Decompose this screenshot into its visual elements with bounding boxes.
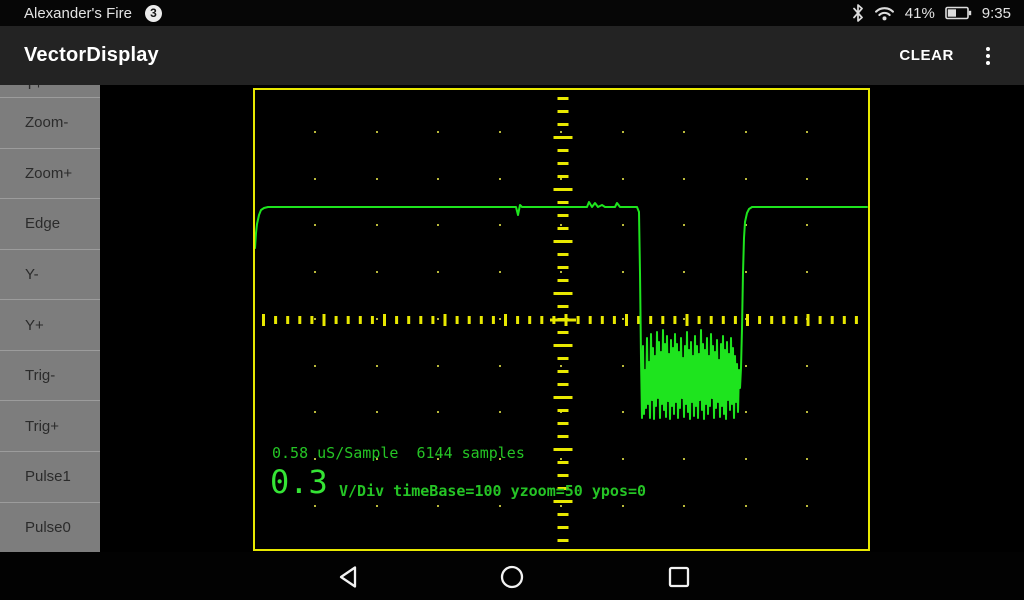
sidebar-item-label: Pulse1 bbox=[25, 468, 71, 485]
home-icon[interactable] bbox=[499, 564, 525, 590]
sidebar-item-label: Zoom+ bbox=[25, 165, 72, 182]
sidebar-item-label: Edge bbox=[25, 215, 60, 232]
sidebar-item-zoomminus[interactable]: Zoom- bbox=[0, 97, 100, 148]
sidebar-item-partial-t-plus[interactable]: T+ bbox=[0, 85, 100, 97]
clear-button[interactable]: CLEAR bbox=[889, 39, 964, 72]
sidebar-item-label: Trig- bbox=[25, 367, 55, 384]
notification-count-badge: 3 bbox=[145, 5, 162, 22]
sample-rate-readout: 0.58 uS/Sample 6144 samples bbox=[272, 446, 525, 461]
battery-percent: 41% bbox=[905, 5, 935, 22]
trigger-center-marker bbox=[550, 319, 576, 322]
device-name: Alexander's Fire bbox=[24, 5, 132, 22]
sidebar-item-pulse0[interactable]: Pulse0 bbox=[0, 502, 100, 553]
sidebar-item-pulse1[interactable]: Pulse1 bbox=[0, 451, 100, 502]
bluetooth-icon bbox=[852, 4, 864, 22]
scope-settings-readout: V/Div timeBase=100 yzoom=50 ypos=0 bbox=[339, 484, 646, 499]
status-bar: Alexander's Fire 3 41% 9:35 bbox=[0, 0, 1024, 26]
volts-per-div-value: 0.3 bbox=[270, 466, 328, 498]
clock: 9:35 bbox=[982, 5, 1011, 22]
sidebar-item-label: Y+ bbox=[25, 317, 44, 334]
sidebar-item-label: T+ bbox=[25, 85, 43, 93]
oscilloscope-display[interactable]: 0.58 uS/Sample 6144 samples 0.3 V/Div ti… bbox=[253, 88, 870, 551]
sidebar-item-yplus[interactable]: Y+ bbox=[0, 299, 100, 350]
sidebar-item-yminus[interactable]: Y- bbox=[0, 249, 100, 300]
sidebar-item-edge[interactable]: Edge bbox=[0, 198, 100, 249]
sidebar-item-zoomplus[interactable]: Zoom+ bbox=[0, 148, 100, 199]
sidebar-item-label: Y- bbox=[25, 266, 39, 283]
overflow-menu-icon[interactable] bbox=[978, 41, 998, 71]
app-bar: VectorDisplay CLEAR bbox=[0, 26, 1024, 85]
sidebar-item-label: Zoom- bbox=[25, 114, 68, 131]
sidebar-item-trigplus[interactable]: Trig+ bbox=[0, 400, 100, 451]
waveform-trace bbox=[255, 202, 867, 419]
sidebar-item-label: Trig+ bbox=[25, 418, 59, 435]
page-title: VectorDisplay bbox=[0, 44, 159, 67]
recents-icon[interactable] bbox=[666, 564, 692, 590]
battery-icon bbox=[945, 6, 972, 20]
sidebar-item-trigminus[interactable]: Trig- bbox=[0, 350, 100, 401]
wifi-icon bbox=[874, 5, 895, 21]
back-icon[interactable] bbox=[337, 564, 363, 590]
sidebar: T+ Zoom- Zoom+ Edge Y- Y+ Trig- Trig+ Pulse1 Pul… bbox=[0, 85, 100, 552]
android-nav-bar bbox=[0, 552, 1024, 600]
sidebar-item-label: Pulse0 bbox=[25, 519, 71, 536]
